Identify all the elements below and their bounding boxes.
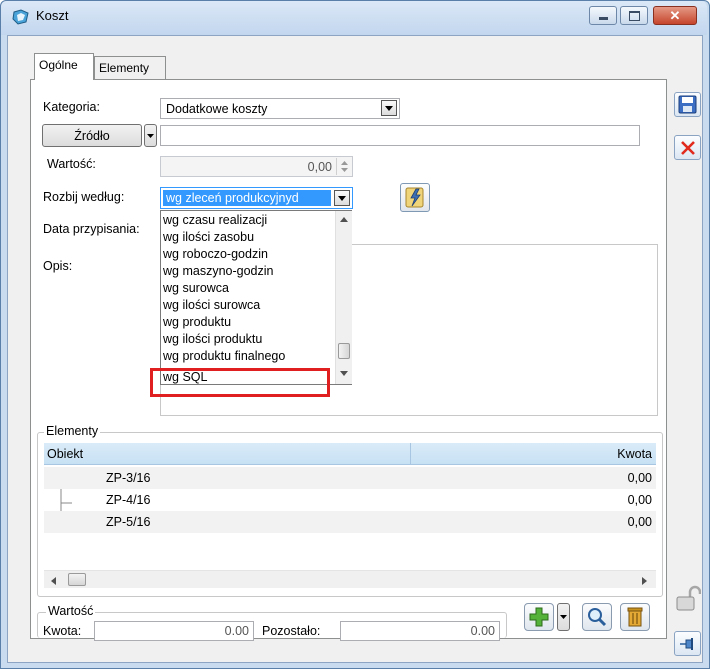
dropdown-option[interactable]: wg maszyno-godzin <box>163 263 273 280</box>
scroll-down-icon[interactable] <box>340 371 348 376</box>
wizard-button[interactable] <box>400 183 430 212</box>
kategoria-label: Kategoria: <box>43 100 100 114</box>
table-row[interactable]: ZP-4/16 0,00 <box>44 489 656 511</box>
dropdown-option[interactable]: wg ilości zasobu <box>163 229 254 246</box>
dropdown-option[interactable]: wg ilości produktu <box>163 331 262 348</box>
pozostalo-value: 0.00 <box>470 624 495 638</box>
column-divider <box>410 443 411 465</box>
rozbij-dropdown-list[interactable]: wg czasu realizacji wg ilości zasobu wg … <box>160 210 352 385</box>
table-row[interactable]: ZP-3/16 0,00 <box>44 467 656 489</box>
kwota-value: 0.00 <box>224 624 249 638</box>
tab-elementy-label: Elementy <box>99 61 150 75</box>
tab-elementy[interactable]: Elementy <box>94 56 166 80</box>
kwota-input[interactable]: 0.00 <box>94 621 254 641</box>
pozostalo-label: Pozostało: <box>262 624 321 638</box>
dropdown-scrollbar[interactable] <box>335 211 352 384</box>
wartosc-value: 0,00 <box>307 160 332 174</box>
kategoria-select[interactable]: Dodatkowe koszty <box>160 98 400 119</box>
wartosc-group-label: Wartość <box>46 604 96 618</box>
zrodlo-button-label: Źródło <box>74 128 110 143</box>
chevron-down-icon[interactable] <box>381 100 397 116</box>
minimize-icon <box>598 17 608 20</box>
close-icon: ✕ <box>669 7 681 23</box>
trash-icon <box>627 607 643 627</box>
grid-scroll-thumb[interactable] <box>68 573 86 586</box>
wartosc-input[interactable]: 0,00 <box>160 156 353 177</box>
chevron-down-icon[interactable] <box>334 190 350 206</box>
preview-button[interactable] <box>582 603 612 631</box>
delete-button[interactable] <box>620 603 650 631</box>
maximize-button[interactable] <box>620 6 648 25</box>
row-kwota: 0,00 <box>627 471 652 485</box>
row-kwota: 0,00 <box>627 493 652 507</box>
spinner-icon <box>341 161 348 172</box>
scroll-left-icon[interactable] <box>51 577 56 585</box>
elementy-grid-header: Obiekt Kwota <box>44 443 656 465</box>
scroll-right-icon[interactable] <box>642 577 647 585</box>
window-title: Koszt <box>36 8 69 23</box>
kwota-label: Kwota: <box>43 624 82 638</box>
column-header-obiekt[interactable]: Obiekt <box>47 447 83 461</box>
chevron-down-icon <box>147 133 154 138</box>
highlight-frame <box>150 368 330 397</box>
add-button[interactable] <box>524 603 554 631</box>
maximize-icon <box>628 10 640 21</box>
kategoria-value: Dodatkowe koszty <box>166 102 268 116</box>
rozbij-select[interactable]: wg zleceń produkcyjnyd <box>160 187 353 209</box>
close-icon <box>680 140 695 155</box>
plus-icon <box>529 607 549 627</box>
magnifier-icon <box>588 608 607 627</box>
cancel-button[interactable] <box>674 135 701 160</box>
close-window-button[interactable]: ✕ <box>653 6 697 25</box>
pin-icon <box>679 637 693 650</box>
app-icon <box>12 9 29 25</box>
zrodlo-button[interactable]: Źródło <box>42 124 142 147</box>
table-row[interactable]: ZP-5/16 0,00 <box>44 511 656 533</box>
row-obiekt: ZP-3/16 <box>106 471 151 485</box>
lightning-wizard-icon <box>405 187 424 208</box>
data-przypisania-label: Data przypisania: <box>43 222 140 236</box>
row-obiekt: ZP-5/16 <box>106 515 151 529</box>
add-menu-button[interactable] <box>557 603 570 631</box>
minimize-button[interactable] <box>589 6 617 25</box>
dropdown-option[interactable]: wg roboczo-godzin <box>163 246 268 263</box>
pin-button[interactable] <box>674 631 701 656</box>
tab-ogolne-label: Ogólne <box>39 58 78 72</box>
rozbij-value: wg zleceń produkcyjnyd <box>166 191 299 205</box>
dropdown-option[interactable]: wg produktu finalnego <box>163 348 285 365</box>
grid-horizontal-scrollbar[interactable] <box>44 570 656 588</box>
save-button[interactable] <box>674 92 701 117</box>
floppy-disk-icon <box>678 95 697 114</box>
tab-ogolne[interactable]: Ogólne <box>34 53 94 80</box>
column-header-kwota[interactable]: Kwota <box>617 447 652 461</box>
dropdown-option[interactable]: wg czasu realizacji <box>163 212 267 229</box>
wartosc-label: Wartość: <box>47 157 96 171</box>
chevron-down-icon <box>560 615 567 619</box>
opis-label: Opis: <box>43 259 73 273</box>
row-kwota: 0,00 <box>627 515 652 529</box>
zrodlo-menu-button[interactable] <box>144 124 157 147</box>
unlocked-padlock-icon <box>676 585 702 611</box>
dropdown-scroll-thumb[interactable] <box>338 343 350 359</box>
lock-button[interactable] <box>675 585 702 613</box>
dropdown-option[interactable]: wg ilości surowca <box>163 297 260 314</box>
elementy-group-label: Elementy <box>44 424 101 438</box>
rozbij-label: Rozbij według: <box>43 190 125 204</box>
zrodlo-input[interactable] <box>160 125 640 146</box>
dropdown-option[interactable]: wg surowca <box>163 280 229 297</box>
row-obiekt: ZP-4/16 <box>106 493 151 507</box>
dropdown-option[interactable]: wg produktu <box>163 314 231 331</box>
scroll-up-icon[interactable] <box>340 217 348 222</box>
pozostalo-input[interactable]: 0.00 <box>340 621 500 641</box>
wartosc-spinner[interactable] <box>336 158 351 175</box>
